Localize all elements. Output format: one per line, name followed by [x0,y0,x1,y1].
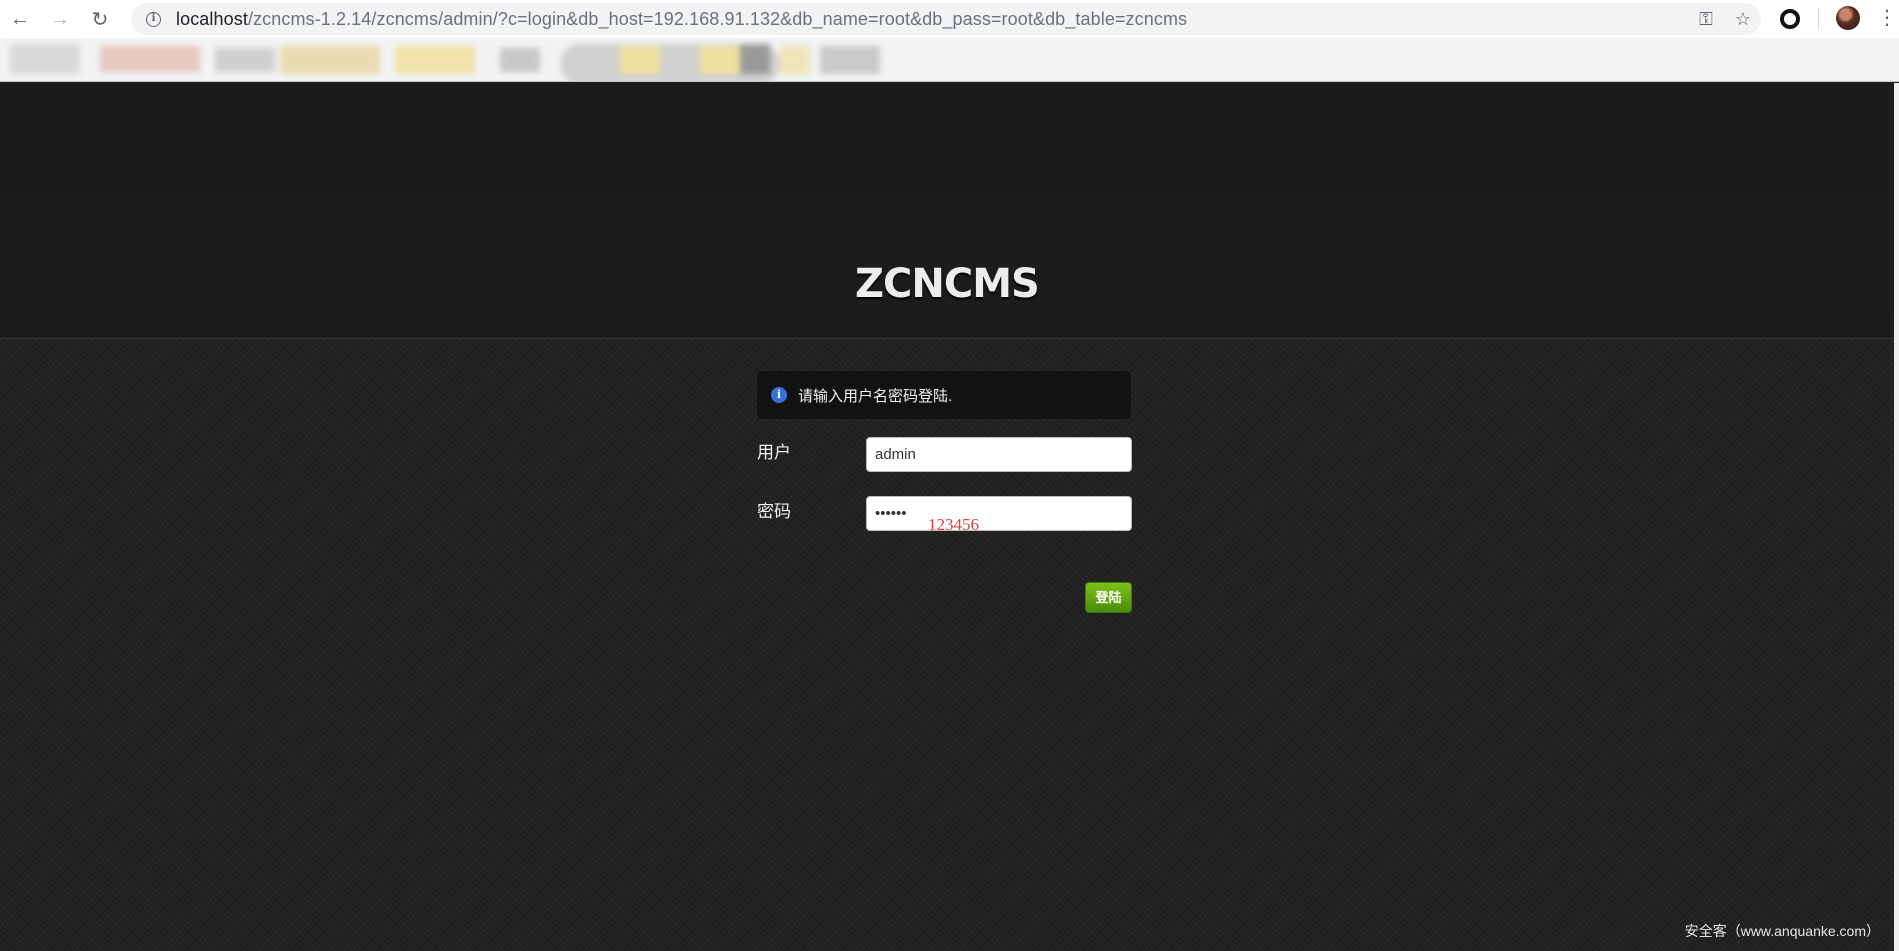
bookmarks-bar [0,38,1899,82]
header-band: ZCNCMS [0,83,1894,339]
address-bar[interactable]: i localhost/zcncms-1.2.14/zcncms/admin/?… [131,3,1761,35]
ring-icon[interactable] [1780,9,1800,29]
avatar[interactable] [1836,6,1860,30]
reload-icon: ↻ [91,8,109,31]
url-host: localhost [176,8,248,29]
reload-button[interactable]: ↻ [80,0,120,38]
login-notice: i 请输入用户名密码登陆. [757,371,1131,419]
site-logo: ZCNCMS [855,261,1040,307]
back-button[interactable]: ← [0,0,40,38]
password-label: 密码 [757,502,791,521]
info-icon[interactable]: i [146,11,161,27]
kebab-menu-icon[interactable]: ⋮ [1877,6,1897,30]
info-icon: i [771,387,787,403]
browser-toolbar: ← → ↻ i localhost/zcncms-1.2.14/zcncms/a… [0,0,1899,38]
login-page: ZCNCMS i 请输入用户名密码登陆. 用户 密码 123456 登陆 安全客… [0,83,1894,951]
login-button[interactable]: 登陆 [1085,582,1132,613]
toolbar-divider [1818,8,1819,30]
arrow-left-icon: ← [10,7,30,30]
url-text[interactable]: localhost/zcncms-1.2.14/zcncms/admin/?c=… [176,9,1187,30]
password-annotation: 123456 [928,515,979,534]
arrow-right-icon: → [50,7,70,30]
forward-button[interactable]: → [40,0,80,38]
username-label: 用户 [757,443,791,462]
scrollbar[interactable] [1894,83,1899,951]
url-path: /zcncms-1.2.14/zcncms/admin/?c=login&db_… [247,8,1188,29]
username-input[interactable] [866,437,1132,472]
notice-text: 请输入用户名密码登陆. [798,387,953,405]
password-input[interactable] [866,496,1132,531]
watermark: 安全客（www.anquanke.com） [1684,923,1880,939]
blurred-bookmarks [0,40,890,81]
star-icon[interactable]: ☆ [1735,9,1751,30]
key-icon[interactable]: ⚿ [1699,9,1713,30]
